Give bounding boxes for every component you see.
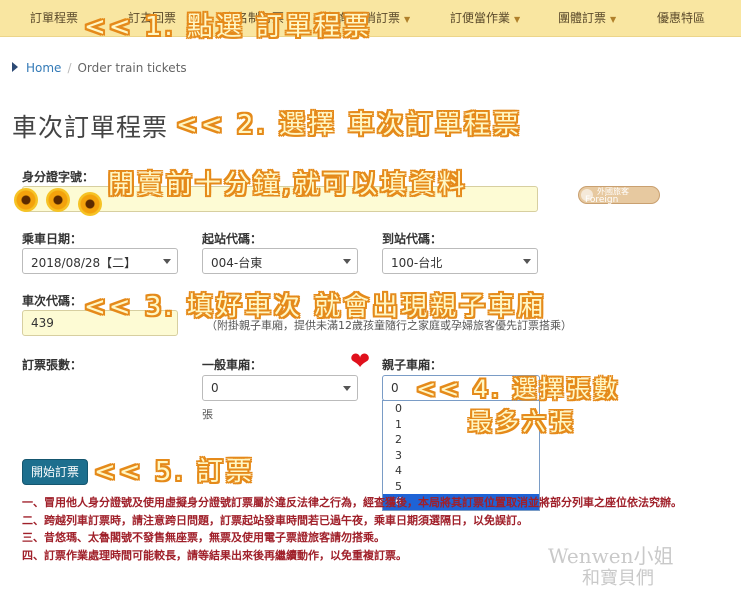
train-number-value: 439 bbox=[31, 316, 54, 330]
dropdown-arrow-icon bbox=[343, 259, 351, 264]
breadcrumb-separator: / bbox=[67, 61, 72, 75]
id-number-label: 身分證字號： bbox=[22, 170, 95, 184]
toggle-knob bbox=[581, 189, 593, 201]
date-label: 乘車日期： bbox=[22, 232, 83, 246]
to-station-label: 到站代碼： bbox=[382, 232, 443, 246]
chevron-down-icon: ▼ bbox=[404, 15, 411, 24]
family-car-value: 0 bbox=[391, 381, 399, 395]
chevron-right-icon bbox=[12, 62, 18, 72]
family-car-option[interactable]: 5 bbox=[383, 479, 539, 495]
breadcrumb-current: Order train tickets bbox=[77, 61, 187, 75]
breadcrumb-home-link[interactable]: Home bbox=[26, 61, 61, 75]
date-select-value: 2018/08/28【二】 bbox=[31, 256, 137, 270]
watermark-line2: 和寶貝們 bbox=[582, 568, 654, 589]
nav-item-label: 優惠特區 bbox=[657, 11, 706, 25]
from-station-label: 起站代碼： bbox=[202, 232, 263, 246]
page-title: 車次訂單程票 bbox=[12, 113, 169, 142]
toggle-text-line2: Foreign passenger bbox=[585, 195, 632, 213]
foreign-passenger-toggle[interactable]: 外國旅客 Foreign passenger bbox=[578, 186, 660, 213]
normal-car-select[interactable]: 0 bbox=[202, 375, 358, 401]
annotation-step2: << 2. 選擇 車次訂單程票 bbox=[176, 110, 523, 140]
from-station-select[interactable]: 004-台東 bbox=[202, 248, 358, 274]
nav-item-label: 訂單程票 bbox=[30, 11, 79, 25]
normal-car-label: 一般車廂： bbox=[202, 358, 263, 372]
to-station-select[interactable]: 100-台北 bbox=[382, 248, 538, 274]
ticket-unit-label: 張 bbox=[202, 408, 213, 421]
flower-icon bbox=[46, 188, 70, 212]
notice-item: 二、跨越列車訂票時，請注意跨日問題，訂票起站發車時間若已過午夜，乘車日期須選隔日… bbox=[22, 513, 528, 527]
flower-icon bbox=[78, 192, 102, 216]
annotation-step3: << 3. 填好車次 就會出現親子車廂 bbox=[84, 292, 547, 322]
heart-icon: ❤ bbox=[350, 347, 371, 375]
notice-item: 一、冒用他人身分證號及使用虛擬身分證號訂票屬於違反法律之行為，經查獲後，本局將其… bbox=[22, 496, 682, 509]
ticket-count-label: 訂票張數： bbox=[22, 358, 83, 372]
breadcrumb: Home / Order train tickets bbox=[26, 61, 187, 75]
nav-item-label: 訂便當作業 bbox=[450, 11, 511, 25]
nav-item-single-trip[interactable]: 訂單程票 bbox=[30, 9, 78, 26]
flower-icon bbox=[14, 188, 38, 212]
annotation-step1: << 1. 點選 訂單程票 bbox=[84, 12, 373, 42]
annotation-step4: << 4. 選擇張數 bbox=[416, 375, 621, 403]
start-booking-button[interactable]: 開始訂票 bbox=[22, 459, 88, 485]
train-number-label: 車次代碼： bbox=[22, 294, 83, 308]
annotation-step5: << 5. 訂票 bbox=[94, 457, 255, 487]
from-station-value: 004-台東 bbox=[211, 256, 263, 270]
to-station-value: 100-台北 bbox=[391, 256, 443, 270]
chevron-down-icon: ▼ bbox=[610, 15, 617, 24]
date-select[interactable]: 2018/08/28【二】 bbox=[22, 248, 178, 274]
nav-item-label: 團體訂票 bbox=[558, 11, 607, 25]
nav-item-group[interactable]: 團體訂票 ▼ bbox=[558, 9, 616, 26]
dropdown-arrow-icon bbox=[163, 259, 171, 264]
family-car-option[interactable]: 3 bbox=[383, 448, 539, 464]
dropdown-arrow-icon bbox=[343, 386, 351, 391]
family-car-option[interactable]: 4 bbox=[383, 463, 539, 479]
annotation-step4-limit: 最多六張 bbox=[468, 408, 576, 436]
dropdown-arrow-icon bbox=[523, 259, 531, 264]
annotation-presale: 開賣前十分鐘,就可以填資料 bbox=[108, 170, 468, 200]
normal-car-value: 0 bbox=[211, 381, 219, 395]
nav-item-bento[interactable]: 訂便當作業 ▼ bbox=[450, 9, 520, 26]
chevron-down-icon: ▼ bbox=[514, 15, 521, 24]
nav-item-discount[interactable]: 優惠特區 bbox=[657, 9, 705, 26]
